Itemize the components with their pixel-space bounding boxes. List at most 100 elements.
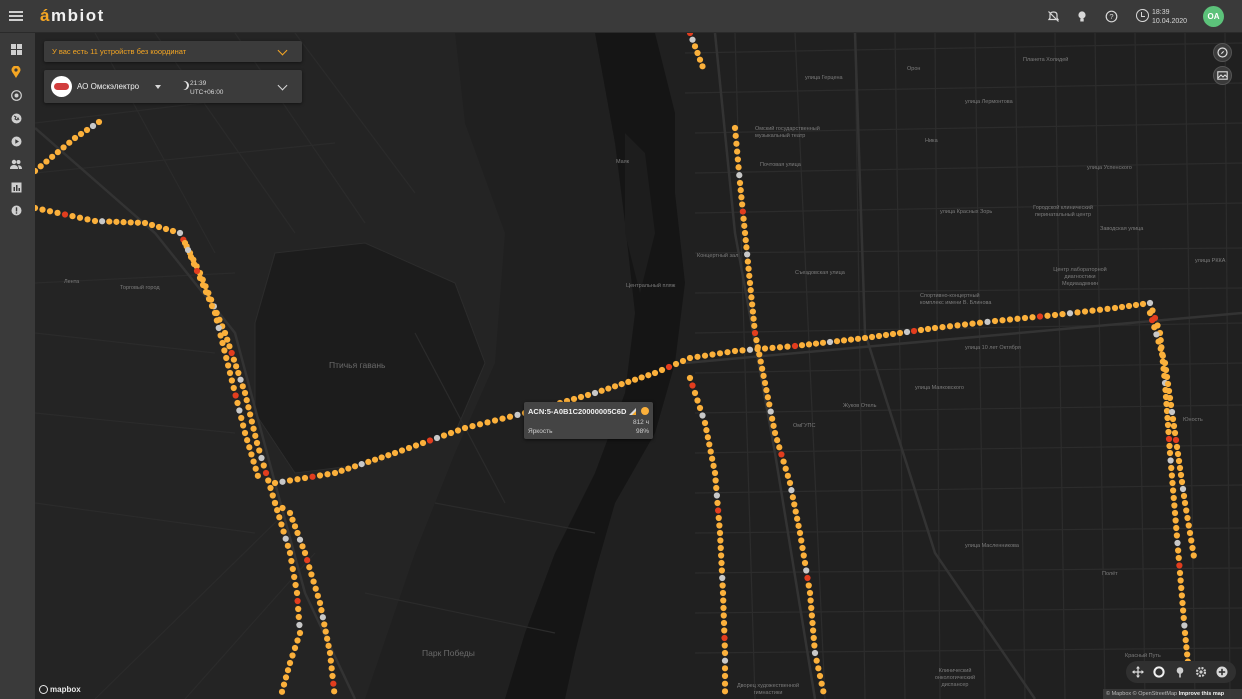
device-marker[interactable] (76, 214, 84, 221)
device-marker[interactable] (213, 317, 220, 324)
device-marker[interactable] (1066, 310, 1074, 317)
device-marker[interactable] (35, 204, 39, 212)
device-marker[interactable] (1174, 539, 1181, 547)
device-marker[interactable] (205, 295, 213, 303)
device-marker[interactable] (226, 369, 234, 377)
device-marker[interactable] (1111, 304, 1119, 312)
device-marker[interactable] (284, 542, 291, 549)
device-marker[interactable] (691, 389, 699, 397)
device-marker[interactable] (716, 529, 724, 537)
device-marker[interactable] (1181, 622, 1188, 629)
device-marker[interactable] (274, 507, 281, 514)
device-marker[interactable] (385, 452, 392, 459)
device-marker[interactable] (868, 333, 876, 341)
user-avatar[interactable]: OA (1203, 6, 1224, 27)
device-marker[interactable] (291, 573, 298, 581)
device-marker[interactable] (1165, 428, 1172, 436)
device-marker[interactable] (1171, 429, 1179, 437)
device-marker[interactable] (798, 342, 806, 349)
device-marker[interactable] (686, 374, 694, 382)
device-marker[interactable] (1051, 311, 1059, 319)
device-marker[interactable] (699, 63, 706, 70)
device-marker[interactable] (1176, 569, 1184, 577)
device-marker[interactable] (748, 294, 755, 301)
device-marker[interactable] (328, 665, 335, 672)
device-marker[interactable] (694, 397, 701, 404)
device-marker[interactable] (127, 219, 134, 226)
device-marker[interactable] (181, 239, 189, 247)
device-marker[interactable] (739, 208, 746, 215)
device-marker[interactable] (736, 172, 743, 179)
device-marker[interactable] (798, 537, 805, 544)
device-marker[interactable] (296, 536, 304, 543)
device-marker[interactable] (931, 324, 939, 332)
device-marker[interactable] (1139, 300, 1147, 308)
device-marker[interactable] (211, 309, 219, 317)
device-marker[interactable] (760, 372, 767, 379)
device-marker[interactable] (187, 253, 195, 261)
device-marker[interactable] (795, 522, 802, 529)
device-marker[interactable] (1190, 552, 1197, 559)
device-marker[interactable] (961, 321, 969, 328)
device-marker[interactable] (710, 462, 717, 469)
device-marker[interactable] (318, 607, 325, 614)
device-marker[interactable] (291, 523, 299, 530)
device-marker[interactable] (813, 657, 820, 664)
device-marker[interactable] (714, 499, 721, 507)
device-marker[interactable] (833, 338, 841, 345)
improve-map-link[interactable]: Improve this map (1179, 691, 1225, 697)
device-marker[interactable] (184, 246, 192, 254)
device-marker[interactable] (736, 179, 744, 187)
device-marker[interactable] (805, 341, 813, 348)
device-marker[interactable] (694, 49, 701, 57)
device-marker[interactable] (803, 567, 810, 574)
device-marker[interactable] (778, 451, 785, 458)
device-marker[interactable] (351, 463, 359, 470)
device-marker[interactable] (738, 194, 745, 201)
map-pin-icon[interactable] (10, 66, 22, 78)
move-icon[interactable] (1132, 666, 1144, 678)
device-marker[interactable] (66, 139, 73, 146)
device-marker[interactable] (731, 124, 739, 132)
device-marker[interactable] (1006, 316, 1014, 323)
device-marker[interactable] (278, 688, 286, 695)
device-marker[interactable] (1184, 514, 1191, 522)
play-icon[interactable] (10, 135, 22, 147)
device-marker[interactable] (757, 358, 764, 365)
device-marker[interactable] (199, 281, 207, 289)
device-marker[interactable] (910, 327, 918, 335)
device-marker[interactable] (247, 411, 254, 418)
device-marker[interactable] (469, 423, 476, 430)
device-marker[interactable] (665, 363, 673, 371)
device-marker[interactable] (162, 225, 170, 233)
device-marker[interactable] (310, 578, 317, 585)
device-marker[interactable] (1179, 485, 1187, 493)
device-marker[interactable] (776, 444, 783, 451)
device-marker[interactable] (651, 369, 659, 377)
device-marker[interactable] (289, 516, 296, 523)
device-marker[interactable] (1173, 524, 1180, 532)
device-marker[interactable] (739, 201, 746, 208)
device-marker[interactable] (816, 672, 824, 680)
device-marker[interactable] (221, 347, 228, 354)
device-marker[interactable] (770, 422, 777, 429)
device-marker[interactable] (719, 582, 726, 589)
device-marker[interactable] (246, 444, 253, 451)
device-marker[interactable] (279, 478, 286, 485)
device-marker[interactable] (749, 308, 756, 315)
device-marker[interactable] (106, 218, 113, 225)
device-marker[interactable] (176, 229, 184, 237)
device-marker[interactable] (1177, 471, 1185, 479)
device-marker[interactable] (1175, 554, 1182, 562)
device-marker[interactable] (286, 659, 294, 667)
device-marker[interactable] (282, 674, 290, 681)
device-marker[interactable] (731, 347, 739, 355)
device-marker[interactable] (815, 665, 822, 672)
device-marker[interactable] (1170, 422, 1178, 430)
device-marker[interactable] (1159, 352, 1166, 359)
device-marker[interactable] (306, 564, 313, 571)
device-marker[interactable] (721, 672, 729, 680)
device-marker[interactable] (721, 649, 729, 657)
device-marker[interactable] (784, 343, 791, 350)
device-marker[interactable] (807, 597, 814, 604)
